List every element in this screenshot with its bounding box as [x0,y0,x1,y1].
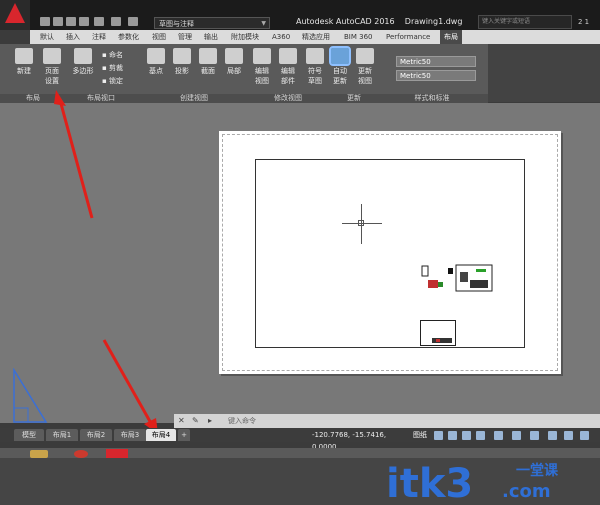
watermark-domain: .com [502,481,551,502]
paper-space-toggle[interactable]: 图纸 [413,429,429,441]
autocad-taskbar-icon[interactable] [106,449,128,458]
customize-icon[interactable] [580,431,589,440]
wrench-icon[interactable]: ✎ [192,416,199,425]
command-line[interactable]: ✕ ✎ ▸ 键入命令 [174,414,600,428]
command-placeholder: 键入命令 [228,417,256,425]
command-prompt-icon: ▸ [208,416,213,425]
arrow-to-page-setup [58,99,94,219]
grid-icon[interactable] [434,431,443,440]
add-layout-tab-button[interactable]: + [178,429,190,441]
otrack-icon[interactable] [512,431,521,440]
tab-layout2[interactable]: 布局2 [80,429,112,441]
lineweight-icon[interactable] [530,431,539,440]
osnap-icon[interactable] [494,431,503,440]
tab-layout4[interactable]: 布局4 [146,429,176,441]
watermark-tagline: 一堂课 [516,462,559,479]
file-explorer-icon[interactable] [30,450,48,458]
close-icon[interactable]: ✕ [178,416,185,425]
coordinates-readout[interactable]: -120.7768, -15.7416, 0.0000 [312,429,410,451]
annotation-icon[interactable] [564,431,573,440]
arrow-to-layout-tab [102,339,154,426]
itk3-watermark: itk3 .com 一堂课 [386,461,559,505]
snap-icon[interactable] [448,431,457,440]
watermark-logo-text: itk3 [386,461,473,505]
ortho-icon[interactable] [462,431,471,440]
tab-layout1[interactable]: 布局1 [46,429,78,441]
selection-cycling-icon[interactable] [548,431,557,440]
polar-icon[interactable] [476,431,485,440]
arrowhead-page-setup [54,90,66,106]
tab-model[interactable]: 模型 [14,429,44,441]
tab-layout3[interactable]: 布局3 [114,429,146,441]
browser-icon[interactable] [74,450,88,458]
